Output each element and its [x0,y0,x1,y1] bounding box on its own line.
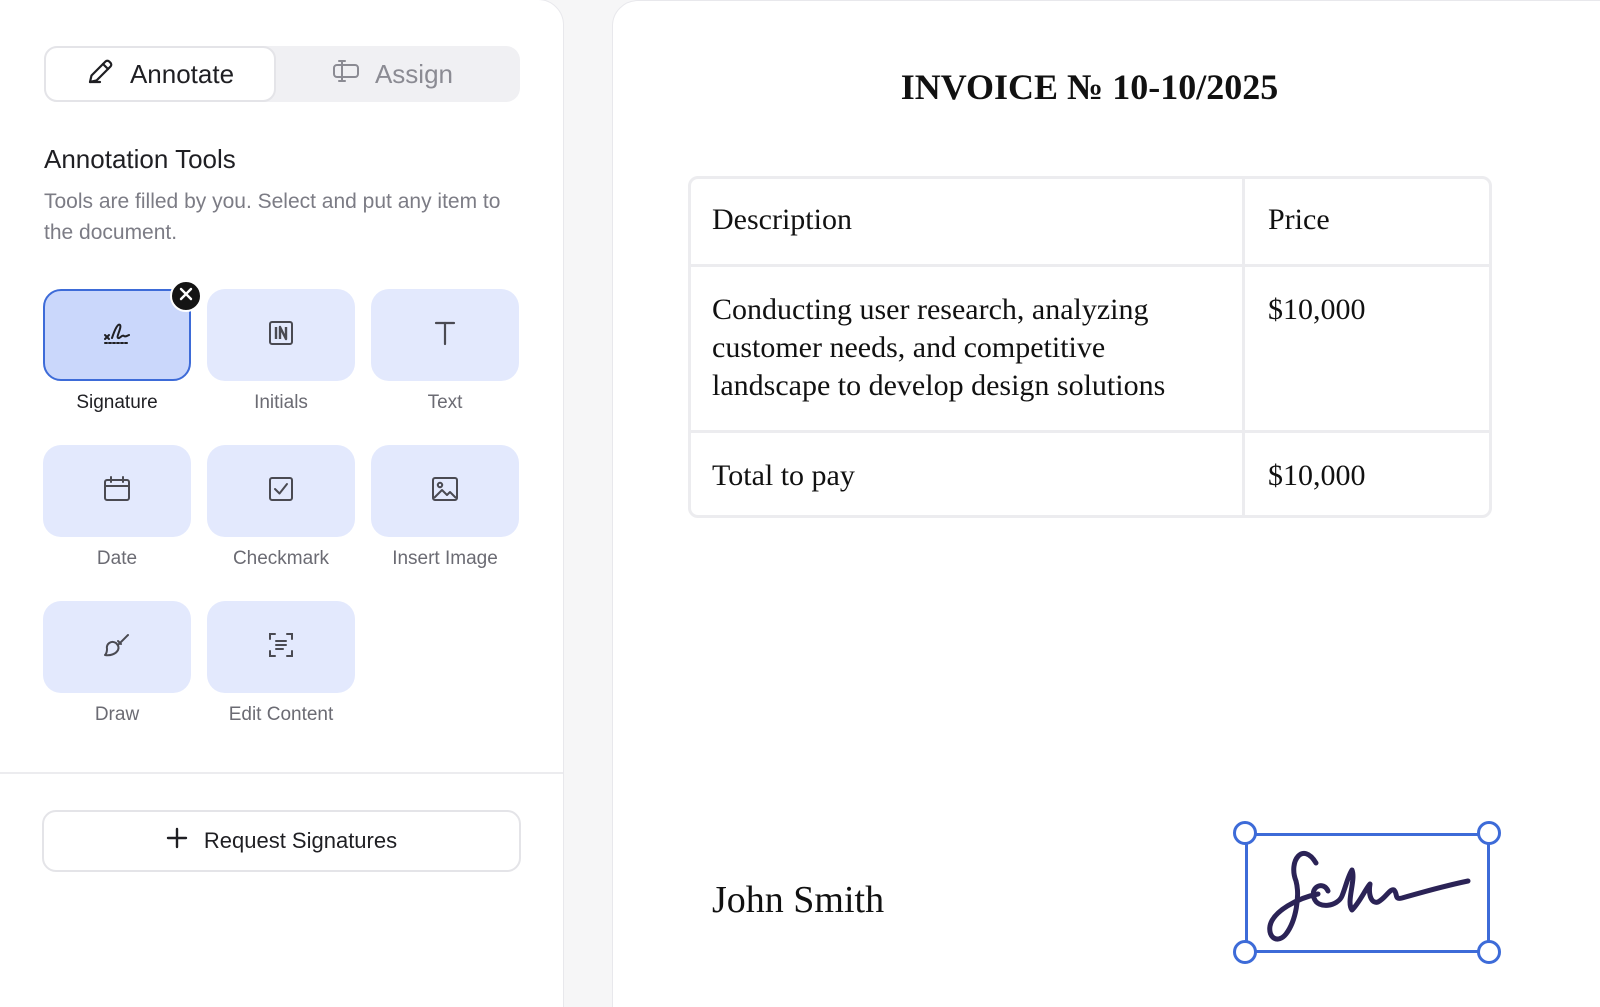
request-signatures-button[interactable]: Request Signatures [42,810,521,872]
tool-text-label: Text [427,392,463,413]
signature-icon [101,317,133,354]
table-cell-description: Conducting user research, analyzing cust… [712,293,1166,402]
invoice-table: Description Price Conducting user resear… [688,176,1492,518]
tool-edit-content-label: Edit Content [228,704,334,725]
edit-content-icon [265,629,297,666]
table-cell-total-label: Total to pay [712,459,855,492]
tab-assign-label: Assign [374,58,454,89]
panel-divider [0,772,563,774]
tool-initials-label: Initials [254,392,308,413]
calendar-icon [101,473,133,510]
tab-annotate[interactable]: Annotate [44,46,276,102]
resize-handle-bottom-right[interactable] [1477,940,1501,964]
text-icon [429,317,461,354]
assign-icon [331,56,361,93]
tool-date-label: Date [96,548,138,569]
tool-signature-label: Signature [76,392,158,413]
resize-handle-top-left[interactable] [1233,821,1257,845]
tool-insert-image-label: Insert Image [392,548,498,569]
signer-name: John Smith [712,879,885,921]
mode-tabs: Annotate Assign [44,46,520,102]
signature-drawing [1267,850,1471,942]
request-signatures-label: Request Signatures [203,828,398,853]
checkbox-icon [265,473,297,510]
close-icon [179,287,193,306]
tool-draw[interactable] [43,601,191,693]
pen-icon [86,56,116,93]
tool-edit-content[interactable] [207,601,355,693]
table-row-divider [691,430,1489,433]
table-header-description: Description [712,203,852,236]
table-cell-price: $10,000 [1268,293,1366,326]
tool-checkmark-label: Checkmark [232,548,330,569]
table-column-divider [1242,179,1245,515]
initials-icon [265,317,297,354]
invoice-title: INVOICE № 10-10/2025 [900,67,1279,107]
tool-draw-label: Draw [94,704,140,725]
tool-date[interactable] [43,445,191,537]
resize-handle-top-right[interactable] [1477,821,1501,845]
tool-checkmark[interactable] [207,445,355,537]
annotation-tools-description: Tools are filled by you. Select and put … [44,190,501,244]
tool-insert-image[interactable] [371,445,519,537]
brush-icon [101,629,133,666]
placed-signature[interactable] [1245,833,1490,953]
plus-icon [166,827,188,855]
resize-handle-bottom-left[interactable] [1233,940,1257,964]
tool-initials[interactable] [207,289,355,381]
table-header-price: Price [1268,203,1330,236]
table-row-divider [691,264,1489,267]
tab-assign[interactable]: Assign [276,46,508,102]
tool-signature[interactable] [43,289,191,381]
deselect-tool-button[interactable] [170,280,202,312]
table-cell-total-value: $10,000 [1268,459,1366,492]
tab-annotate-label: Annotate [129,58,235,89]
annotation-tools-title: Annotation Tools [44,144,236,174]
tool-text[interactable] [371,289,519,381]
image-icon [429,473,461,510]
